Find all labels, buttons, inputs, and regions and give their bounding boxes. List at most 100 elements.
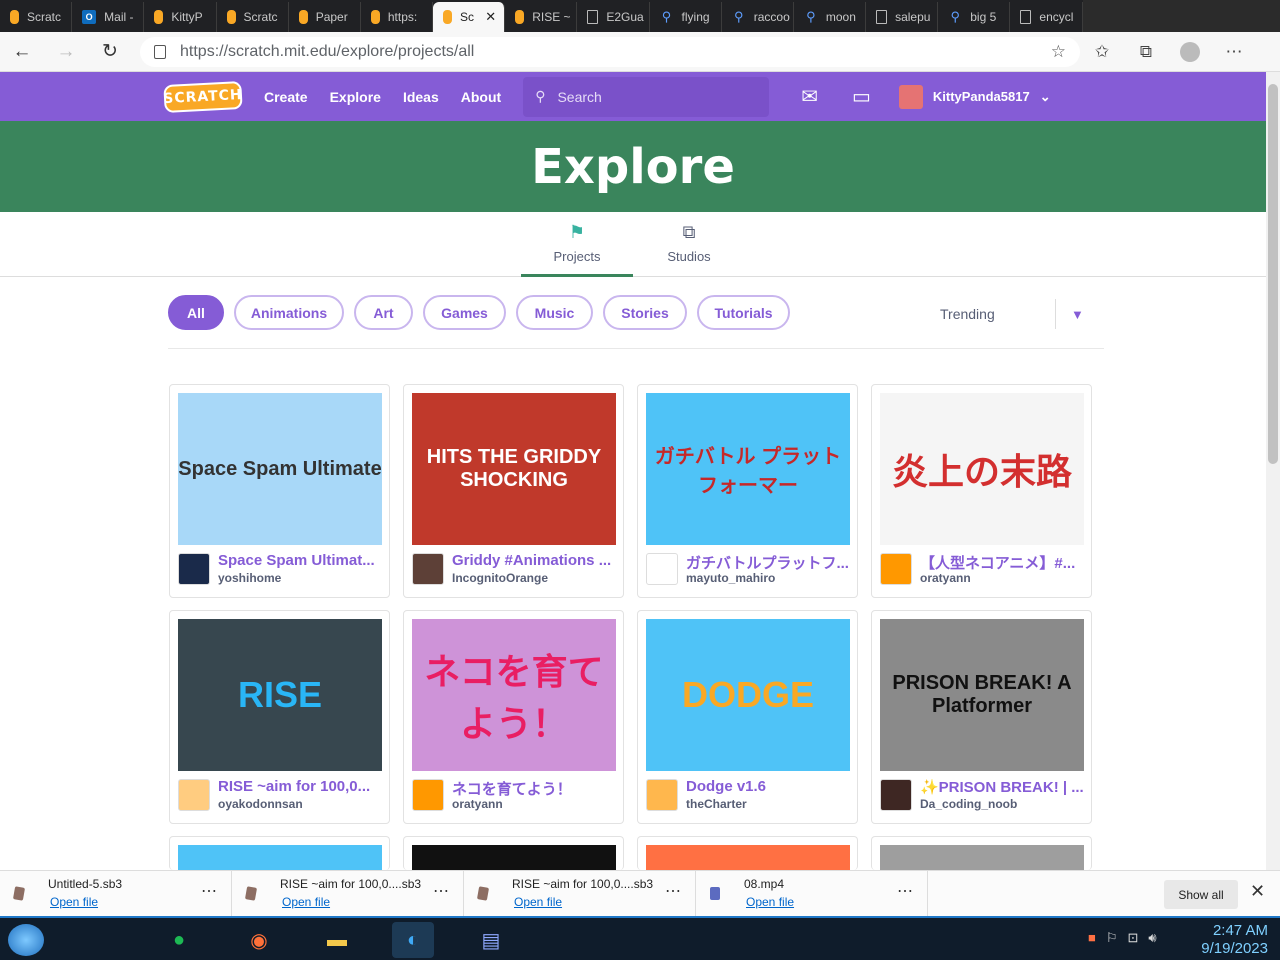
close-icon[interactable]: ✕ (1250, 881, 1265, 902)
open-file-link[interactable]: Open file (282, 895, 330, 909)
project-author[interactable]: mayuto_mahiro (686, 571, 775, 585)
page-scrollbar[interactable] (1266, 72, 1280, 870)
nav-about[interactable]: About (461, 89, 501, 105)
browser-tab[interactable]: ⚲ flying (650, 2, 722, 32)
project-title[interactable]: Space Spam Ultimat... (218, 552, 384, 569)
more-options-icon[interactable]: ⋯ (201, 881, 217, 901)
project-card[interactable]: PRISON BREAK! A Platformer ✨PRISON BREAK!… (871, 610, 1092, 824)
volume-icon[interactable]: 🔊︎ (1148, 930, 1156, 946)
project-thumbnail[interactable]: DODGE (646, 619, 850, 771)
browser-tab[interactable]: KittyP (144, 2, 217, 32)
sort-dropdown[interactable]: Trending ▼ (928, 297, 1104, 331)
filter-music[interactable]: Music (516, 295, 593, 330)
browser-tab[interactable]: E2Gua (577, 2, 650, 32)
search-input[interactable]: ⚲ Search (523, 76, 770, 117)
project-author[interactable]: theCharter (686, 797, 747, 811)
app-icon[interactable]: ▤ (470, 922, 512, 958)
author-avatar[interactable] (646, 553, 678, 585)
project-card[interactable] (871, 836, 1092, 871)
author-avatar[interactable] (412, 553, 444, 585)
project-thumbnail[interactable]: ガチバトル プラットフォーマー (646, 393, 850, 545)
add-favorite-icon[interactable]: ☆ (1051, 42, 1066, 62)
project-title[interactable]: RISE ~aim for 100,0... (218, 778, 384, 795)
project-thumbnail[interactable] (646, 845, 850, 871)
project-card[interactable] (403, 836, 624, 871)
more-options-icon[interactable]: ⋯ (433, 881, 449, 901)
browser-tab[interactable]: https: (361, 2, 434, 32)
more-options-icon[interactable]: ⋯ (897, 881, 913, 901)
project-author[interactable]: oratyann (452, 797, 503, 811)
tab-studios[interactable]: ⧉ Studios (633, 222, 745, 277)
browser-tab[interactable]: RISE ~ (505, 2, 578, 32)
collections-button[interactable]: ⧉ (1124, 32, 1168, 72)
browser-tab[interactable]: ⚲ big 5 (938, 2, 1011, 32)
office-icon[interactable]: ■ (1088, 930, 1096, 946)
open-file-link[interactable]: Open file (514, 895, 562, 909)
project-title[interactable]: Griddy #Animations ... (452, 552, 618, 569)
project-thumbnail[interactable]: PRISON BREAK! A Platformer (880, 619, 1084, 771)
project-thumbnail[interactable]: RISE (178, 619, 382, 771)
project-card[interactable]: RISE RISE ~aim for 100,0... oyakodonnsan (169, 610, 390, 824)
project-title[interactable]: ✨PRISON BREAK! | ... (920, 778, 1086, 796)
filter-animations[interactable]: Animations (234, 295, 344, 330)
project-title[interactable]: Dodge v1.6 (686, 778, 852, 795)
browser-tab[interactable]: Paper (289, 2, 361, 32)
close-tab-icon[interactable]: ✕ (485, 9, 496, 25)
author-avatar[interactable] (412, 779, 444, 811)
project-card[interactable]: ネコを育てよう！ ネコを育てよう！ oratyann (403, 610, 624, 824)
forward-button[interactable]: → (44, 32, 88, 72)
author-avatar[interactable] (646, 779, 678, 811)
more-options-icon[interactable]: ⋯ (665, 881, 681, 901)
scratch-logo[interactable]: SCRATCH (163, 80, 243, 113)
browser-tab[interactable]: ⚲ raccoo (722, 2, 794, 32)
filter-art[interactable]: Art (354, 295, 413, 330)
project-thumbnail[interactable]: ネコを育てよう！ (412, 619, 616, 771)
author-avatar[interactable] (880, 553, 912, 585)
url-field[interactable]: https://scratch.mit.edu/explore/projects… (140, 36, 1080, 67)
author-avatar[interactable] (880, 779, 912, 811)
back-button[interactable]: ← (0, 32, 44, 72)
network-icon[interactable]: ⊡ (1128, 930, 1139, 946)
author-avatar[interactable] (178, 779, 210, 811)
project-title[interactable]: ガチバトルプラットフ... (686, 552, 852, 573)
browser-tab[interactable]: ⚲ moon (794, 2, 867, 32)
start-button[interactable] (8, 924, 44, 956)
project-thumbnail[interactable]: 炎上の末路 (880, 393, 1084, 545)
browser-tab[interactable]: Sc ✕ (433, 2, 506, 32)
project-thumbnail[interactable] (412, 845, 616, 871)
project-thumbnail[interactable] (880, 845, 1084, 871)
filter-tutorials[interactable]: Tutorials (697, 295, 790, 330)
download-item[interactable]: RISE ~aim for 100,0....sb3 Open file ⋯ (464, 871, 696, 917)
project-thumbnail[interactable]: Space Spam Ultimate (178, 393, 382, 545)
project-card[interactable] (637, 836, 858, 871)
my-stuff-folder-icon[interactable]: ▭ (852, 84, 871, 109)
project-title[interactable]: 【人型ネコアニメ】#... (920, 552, 1086, 573)
filter-stories[interactable]: Stories (603, 295, 687, 330)
project-card[interactable]: ガチバトル プラットフォーマーガチバトルプラットフ... mayuto_mahir… (637, 384, 858, 598)
project-card[interactable]: Space Spam Ultimate Space Spam Ultimat...… (169, 384, 390, 598)
clock[interactable]: 2:47 AM 9/19/2023 (1188, 922, 1268, 958)
open-file-link[interactable]: Open file (50, 895, 98, 909)
project-card[interactable]: 炎上の末路【人型ネコアニメ】#... oratyann (871, 384, 1092, 598)
browser-tab[interactable]: O Mail - (72, 2, 145, 32)
show-all-button[interactable]: Show all (1164, 880, 1238, 909)
download-item[interactable]: Untitled-5.sb3 Open file ⋯ (0, 871, 232, 917)
file-explorer-icon[interactable]: ▬ (316, 922, 358, 958)
filter-all[interactable]: All (168, 295, 224, 330)
favorites-button[interactable]: ✩ (1080, 32, 1124, 72)
refresh-button[interactable]: ↻ (88, 32, 132, 72)
scrollbar-thumb[interactable] (1268, 84, 1278, 464)
project-author[interactable]: IncognitoOrange (452, 571, 548, 585)
more-menu-button[interactable]: ⋯ (1212, 32, 1256, 72)
messages-icon[interactable]: ✉ (801, 84, 818, 109)
nav-create[interactable]: Create (264, 89, 308, 105)
profile-button[interactable] (1168, 32, 1212, 72)
spotify-icon[interactable]: ● (158, 922, 200, 958)
system-tray[interactable]: ■ ⚐ ⊡ 🔊︎ (1088, 930, 1157, 946)
open-file-link[interactable]: Open file (746, 895, 794, 909)
browser-tab[interactable]: Scratc (217, 2, 289, 32)
project-author[interactable]: oratyann (920, 571, 971, 585)
project-author[interactable]: oyakodonnsan (218, 797, 303, 811)
project-author[interactable]: Da_coding_noob (920, 797, 1017, 811)
browser-tab[interactable]: encycl (1010, 2, 1083, 32)
